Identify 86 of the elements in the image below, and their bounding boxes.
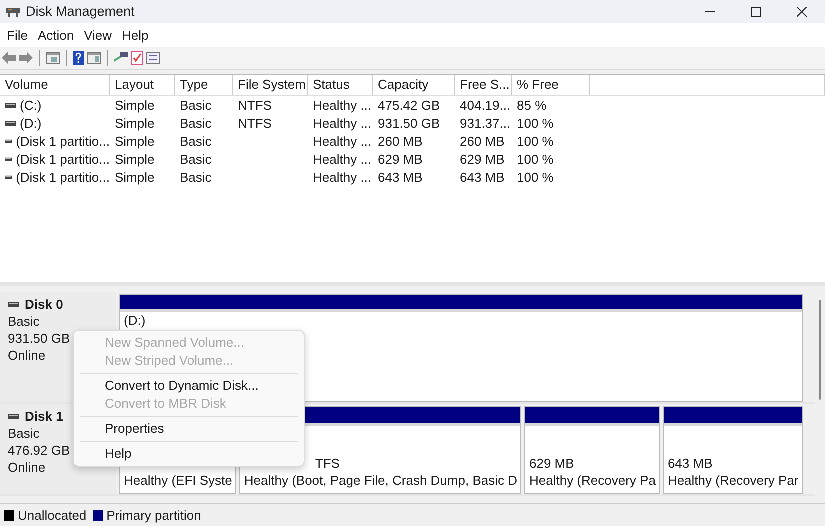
column-header[interactable]: Type <box>175 75 233 95</box>
table-cell: 931.37... <box>460 116 511 130</box>
drive-icon <box>8 414 19 419</box>
table-cell: NTFS <box>238 98 272 112</box>
column-header[interactable]: Volume <box>0 75 110 95</box>
console-tree-icon[interactable] <box>46 52 60 64</box>
partition-text: Healthy (Recovery Pa <box>529 472 656 489</box>
column-header[interactable]: Free S... <box>455 75 512 95</box>
table-cell: 100 % <box>517 116 554 130</box>
drive-icon <box>5 156 12 162</box>
table-cell: Simple <box>115 134 155 148</box>
table-cell: 475.42 GB <box>378 98 440 112</box>
drive-icon <box>5 102 16 108</box>
table-cell: (D:) <box>20 116 42 130</box>
table-cell: 629 MB <box>378 152 423 166</box>
table-cell: NTFS <box>238 116 272 130</box>
drive-icon <box>8 302 19 307</box>
scrollbar[interactable] <box>818 300 821 400</box>
drive-icon <box>5 138 12 144</box>
disk-status: Online <box>8 459 47 476</box>
partition-text: TFS <box>314 455 341 472</box>
table-cell: Healthy ... <box>313 152 372 166</box>
menu-item[interactable]: File <box>2 28 33 42</box>
menu-item[interactable]: View <box>79 28 118 42</box>
partition-text: 643 MB <box>668 455 714 472</box>
table-cell: Simple <box>115 152 155 166</box>
maximize-icon <box>751 6 761 16</box>
table-cell: Simple <box>115 98 155 112</box>
table-cell: Simple <box>115 116 155 130</box>
table-cell: (Disk 1 partitio... <box>16 170 110 184</box>
close-icon <box>797 6 807 16</box>
table-cell: Healthy ... <box>313 98 372 112</box>
table-cell: 100 % <box>517 134 554 148</box>
table-cell: Basic <box>180 116 212 130</box>
table-cell: 643 MB <box>460 170 505 184</box>
table-cell: 100 % <box>517 170 554 184</box>
partition-block[interactable]: 629 MB Healthy (Recovery Pa <box>524 406 660 494</box>
minimize-icon <box>705 11 715 12</box>
checklist-icon[interactable] <box>131 51 143 65</box>
table-cell: 85 % <box>517 98 547 112</box>
partition-text: Healthy (Recovery Par <box>668 472 799 489</box>
partition-text: Healthy (EFI Syste <box>124 472 232 489</box>
partition-text: Healthy (Boot, Page File, Crash Dump, Basic D <box>244 472 518 489</box>
back-arrow-icon[interactable] <box>2 52 16 64</box>
disk-name: Disk 1 <box>25 408 64 425</box>
table-cell: 629 MB <box>460 152 505 166</box>
table-cell: Basic <box>180 170 212 184</box>
table-cell: 100 % <box>517 152 554 166</box>
column-header[interactable]: File System <box>233 75 308 95</box>
table-cell: Basic <box>180 152 212 166</box>
disk-name: Disk 0 <box>25 296 64 313</box>
table-cell: (Disk 1 partitio... <box>16 134 110 148</box>
column-header[interactable]: Status <box>308 75 373 95</box>
table-cell: 260 MB <box>460 134 505 148</box>
disk-type: Basic <box>8 313 41 330</box>
partition-text: 629 MB <box>529 455 576 472</box>
menu-item[interactable]: Help <box>117 28 154 42</box>
table-cell: (Disk 1 partitio... <box>16 152 110 166</box>
app-icon <box>6 6 20 17</box>
table-cell: Basic <box>180 98 212 112</box>
drive-icon <box>5 174 12 180</box>
drive-icon <box>5 120 16 126</box>
legend-label: Primary partition <box>106 508 202 522</box>
table-cell: Healthy ... <box>313 170 372 184</box>
table-cell: 404.19... <box>460 98 511 112</box>
table-cell: Healthy ... <box>313 134 372 148</box>
table-cell: Healthy ... <box>313 116 372 130</box>
table-cell: 260 MB <box>378 134 423 148</box>
column-header[interactable]: Layout <box>110 75 175 95</box>
menu-item[interactable]: Action <box>32 28 80 42</box>
table-cell: 643 MB <box>378 170 423 184</box>
table-cell: Basic <box>180 134 212 148</box>
partition-text: (D:) <box>124 312 147 329</box>
help-icon[interactable] <box>73 51 84 65</box>
window-title: Disk Management <box>26 4 136 19</box>
partition-block[interactable]: 643 MB Healthy (Recovery Par <box>662 406 803 494</box>
legend-label: Unallocated <box>18 508 87 522</box>
panel-icon[interactable] <box>87 52 101 64</box>
table-cell: 931.50 GB <box>378 116 440 130</box>
table-cell: (C:) <box>20 98 42 112</box>
table-cell: Simple <box>115 170 155 184</box>
drive-wand-icon[interactable] <box>114 52 128 64</box>
list-icon[interactable] <box>146 52 160 64</box>
column-header[interactable]: Capacity <box>373 75 455 95</box>
column-header[interactable]: % Free <box>512 75 590 95</box>
forward-arrow-icon[interactable] <box>19 52 33 64</box>
